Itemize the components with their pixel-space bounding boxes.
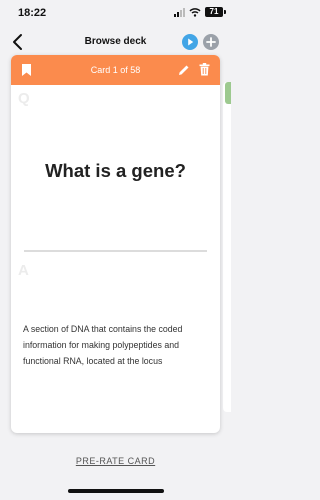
play-button[interactable] (182, 34, 198, 50)
card-answer: A section of DNA that contains the coded… (23, 324, 183, 366)
next-card-peek[interactable] (223, 82, 231, 412)
status-time: 18:22 (18, 7, 47, 19)
pencil-icon[interactable] (178, 64, 190, 76)
status-icons: 71 (174, 7, 226, 17)
play-icon (188, 38, 194, 46)
question-marker: Q (18, 90, 30, 107)
prerate-card-button[interactable]: PRE-RATE CARD (0, 456, 231, 466)
nav-bar: Browse deck (0, 28, 231, 56)
card-header: Card 1 of 58 (11, 55, 220, 85)
card-question: What is a gene? (45, 160, 186, 181)
status-bar: 18:22 71 (0, 0, 231, 26)
home-indicator[interactable] (68, 489, 164, 493)
next-card-header (225, 82, 231, 104)
flashcard[interactable]: Card 1 of 58 Q What is a gene? A A secti… (11, 55, 220, 433)
plus-icon (206, 37, 216, 47)
trash-icon[interactable] (199, 63, 210, 76)
answer-marker: A (18, 262, 29, 279)
add-card-button[interactable] (203, 34, 219, 50)
wifi-icon (189, 8, 201, 17)
battery-icon: 71 (205, 7, 226, 17)
card-divider (24, 250, 207, 252)
signal-icon (174, 7, 185, 17)
